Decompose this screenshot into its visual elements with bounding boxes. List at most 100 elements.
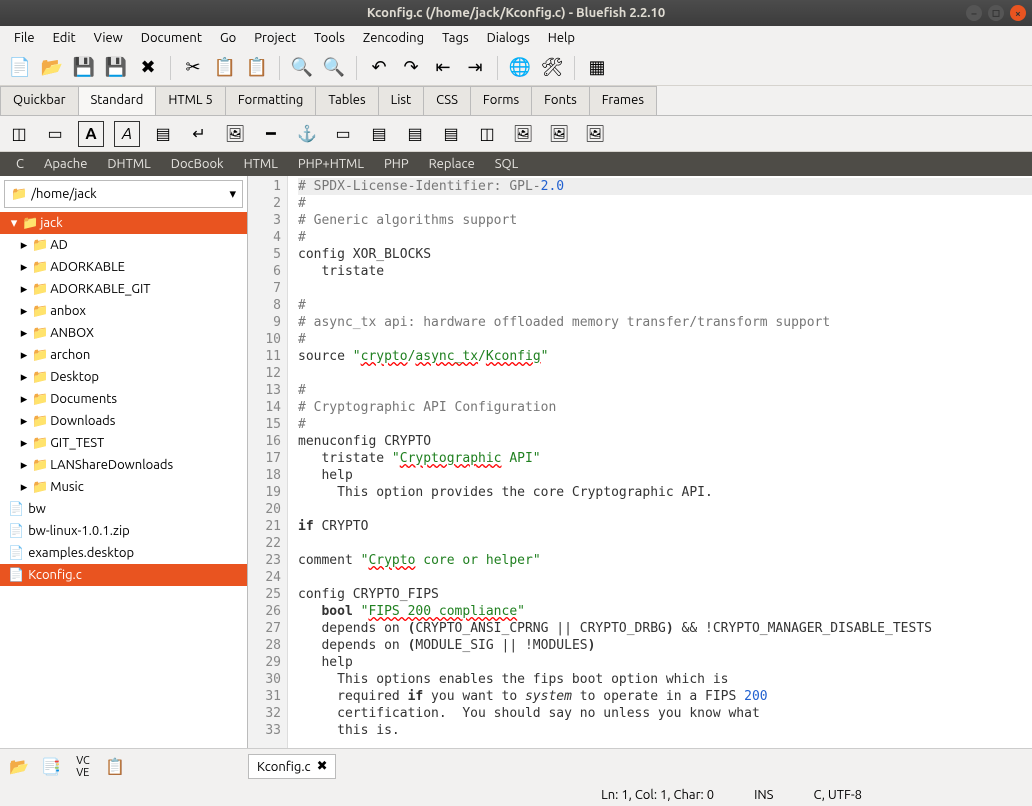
copy-icon[interactable]: 📋 bbox=[211, 54, 239, 82]
expand-icon[interactable]: ▸ bbox=[18, 348, 30, 363]
comment-icon[interactable]: ▤ bbox=[366, 121, 392, 147]
tools-icon[interactable]: 🛠 bbox=[538, 54, 566, 82]
charmap-icon[interactable]: VCVE bbox=[70, 754, 96, 780]
multithumbnail-icon[interactable]: 🖼 bbox=[582, 121, 608, 147]
menu-dialogs[interactable]: Dialogs bbox=[479, 28, 538, 48]
folder-item[interactable]: ▸📁ADORKABLE bbox=[0, 256, 247, 278]
tab-css[interactable]: CSS bbox=[423, 86, 471, 115]
menu-zencoding[interactable]: Zencoding bbox=[355, 28, 432, 48]
lang-phpplushtml[interactable]: PHP+HTML bbox=[288, 154, 374, 174]
folder-item[interactable]: ▸📁Music bbox=[0, 476, 247, 498]
lang-php[interactable]: PHP bbox=[374, 154, 419, 174]
expand-icon[interactable]: ▸ bbox=[18, 392, 30, 407]
tab-tables[interactable]: Tables bbox=[315, 86, 378, 115]
folder-item[interactable]: ▸📁AD bbox=[0, 234, 247, 256]
lang-docbook[interactable]: DocBook bbox=[161, 154, 234, 174]
email-icon[interactable]: ◫ bbox=[474, 121, 500, 147]
folder-item[interactable]: ▸📁archon bbox=[0, 344, 247, 366]
new-file-icon[interactable]: 📄 bbox=[6, 54, 34, 82]
paragraph-icon[interactable]: ▤ bbox=[150, 121, 176, 147]
tree-root[interactable]: ▾ 📁 jack bbox=[0, 212, 247, 234]
menu-tools[interactable]: Tools bbox=[306, 28, 353, 48]
hr-icon[interactable]: ━ bbox=[258, 121, 284, 147]
folder-item[interactable]: ▸📁Downloads bbox=[0, 410, 247, 432]
expand-icon[interactable]: ▸ bbox=[18, 326, 30, 341]
image-icon[interactable]: 🖼 bbox=[222, 121, 248, 147]
menu-go[interactable]: Go bbox=[212, 28, 244, 48]
lang-dhtml[interactable]: DHTML bbox=[97, 154, 160, 174]
body-icon[interactable]: ▭ bbox=[42, 121, 68, 147]
thumbnail2-icon[interactable]: 🖼 bbox=[546, 121, 572, 147]
quickstart-icon[interactable]: ◫ bbox=[6, 121, 32, 147]
lang-apache[interactable]: Apache bbox=[34, 154, 97, 174]
fullscreen-icon[interactable]: ▦ bbox=[583, 54, 611, 82]
expand-icon[interactable]: ▸ bbox=[18, 458, 30, 473]
tab-quickbar[interactable]: Quickbar bbox=[0, 86, 79, 115]
folder-item[interactable]: ▸📁Documents bbox=[0, 388, 247, 410]
folder-item[interactable]: ▸📁Desktop bbox=[0, 366, 247, 388]
tab-standard[interactable]: Standard bbox=[78, 86, 157, 115]
thumbnail-icon[interactable]: 🖼 bbox=[510, 121, 536, 147]
menu-edit[interactable]: Edit bbox=[45, 28, 84, 48]
maximize-icon[interactable]: ◻ bbox=[988, 5, 1004, 21]
menu-file[interactable]: File bbox=[6, 28, 43, 48]
file-item[interactable]: 📄examples.desktop bbox=[0, 542, 247, 564]
right-icon[interactable]: ▤ bbox=[438, 121, 464, 147]
expand-icon[interactable]: ▸ bbox=[18, 480, 30, 495]
tab-formatting[interactable]: Formatting bbox=[225, 86, 317, 115]
folder-item[interactable]: ▸📁anbox bbox=[0, 300, 247, 322]
file-tree[interactable]: ▾ 📁 jack ▸📁AD▸📁ADORKABLE▸📁ADORKABLE_GIT▸… bbox=[0, 212, 247, 748]
indent-icon[interactable]: ⇥ bbox=[461, 54, 489, 82]
tab-list[interactable]: List bbox=[378, 86, 425, 115]
folder-item[interactable]: ▸📁ADORKABLE_GIT bbox=[0, 278, 247, 300]
expand-icon[interactable]: ▸ bbox=[18, 282, 30, 297]
collapse-icon[interactable]: ▾ bbox=[8, 216, 20, 231]
paste-icon[interactable]: 📋 bbox=[243, 54, 271, 82]
minimize-icon[interactable]: – bbox=[966, 5, 982, 21]
folder-item[interactable]: ▸📁GIT_TEST bbox=[0, 432, 247, 454]
expand-icon[interactable]: ▸ bbox=[18, 238, 30, 253]
tab-forms[interactable]: Forms bbox=[470, 86, 532, 115]
lang-c[interactable]: C bbox=[6, 154, 34, 174]
tab-fonts[interactable]: Fonts bbox=[531, 86, 590, 115]
save-icon[interactable]: 💾 bbox=[70, 54, 98, 82]
cut-icon[interactable]: ✂ bbox=[179, 54, 207, 82]
redo-icon[interactable]: ↷ bbox=[397, 54, 425, 82]
menu-view[interactable]: View bbox=[86, 28, 131, 48]
expand-icon[interactable]: ▸ bbox=[18, 436, 30, 451]
open-file-icon[interactable]: 📂 bbox=[38, 54, 66, 82]
break-icon[interactable]: ↵ bbox=[186, 121, 212, 147]
file-item[interactable]: 📄bw-linux-1.0.1.zip bbox=[0, 520, 247, 542]
italic-icon[interactable]: A bbox=[114, 121, 140, 147]
path-combo[interactable]: 📁/home/jack ▾ bbox=[4, 180, 243, 208]
bookmark-icon[interactable]: 📑 bbox=[38, 754, 64, 780]
search-icon[interactable]: 🔍 bbox=[288, 54, 316, 82]
delete-icon[interactable]: ✖ bbox=[134, 54, 162, 82]
undo-icon[interactable]: ↶ bbox=[365, 54, 393, 82]
folder-item[interactable]: ▸📁LANShareDownloads bbox=[0, 454, 247, 476]
center-icon[interactable]: ▤ bbox=[402, 121, 428, 147]
bold-icon[interactable]: A bbox=[78, 121, 104, 147]
menu-document[interactable]: Document bbox=[133, 28, 210, 48]
expand-icon[interactable]: ▸ bbox=[18, 304, 30, 319]
file-tab[interactable]: Kconfig.c ✖ bbox=[248, 754, 336, 779]
anchor-icon[interactable]: ⚓ bbox=[294, 121, 320, 147]
lang-html[interactable]: HTML bbox=[234, 154, 288, 174]
folder-item[interactable]: ▸📁ANBOX bbox=[0, 322, 247, 344]
close-icon[interactable]: × bbox=[1010, 5, 1026, 21]
code-editor[interactable]: # SPDX-License-Identifier: GPL-2.0 # # G… bbox=[288, 176, 1032, 748]
expand-icon[interactable]: ▸ bbox=[18, 414, 30, 429]
tab-frames[interactable]: Frames bbox=[589, 86, 657, 115]
lang-replace[interactable]: Replace bbox=[419, 154, 485, 174]
menu-project[interactable]: Project bbox=[246, 28, 304, 48]
file-item[interactable]: 📄Kconfig.c bbox=[0, 564, 247, 586]
file-item[interactable]: 📄bw bbox=[0, 498, 247, 520]
browser-icon[interactable]: 🌐 bbox=[506, 54, 534, 82]
menu-tags[interactable]: Tags bbox=[434, 28, 477, 48]
unindent-icon[interactable]: ⇤ bbox=[429, 54, 457, 82]
replace-icon[interactable]: 🔍 bbox=[320, 54, 348, 82]
expand-icon[interactable]: ▸ bbox=[18, 370, 30, 385]
close-tab-icon[interactable]: ✖ bbox=[317, 759, 328, 774]
expand-icon[interactable]: ▸ bbox=[18, 260, 30, 275]
save-as-icon[interactable]: 💾 bbox=[102, 54, 130, 82]
